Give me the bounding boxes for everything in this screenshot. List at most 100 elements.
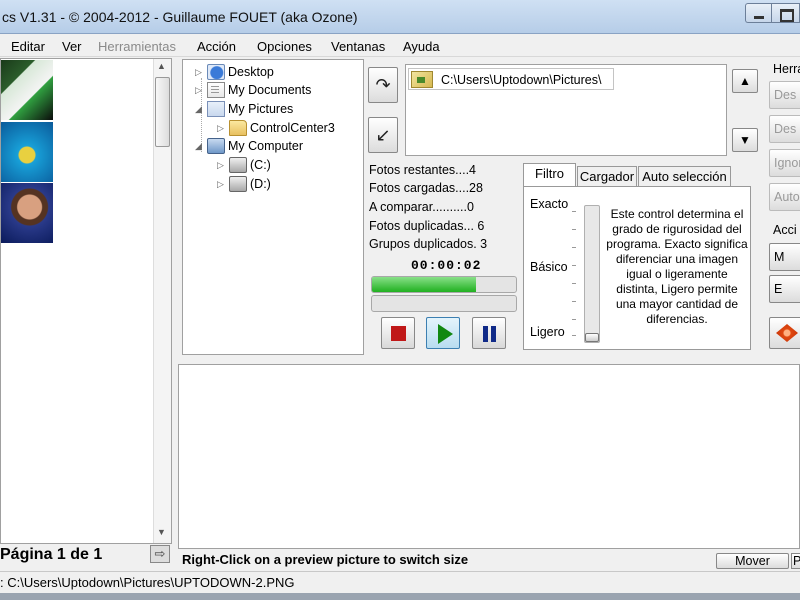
drive-icon	[229, 157, 247, 173]
slider-tick	[572, 301, 576, 302]
elapsed-timer: 00:00:02	[411, 258, 482, 273]
pictures-icon	[207, 101, 225, 117]
action-panel: ↷ ↙ C:\Users\Uptodown\Pictures\ ▲ ▼ Foto…	[365, 59, 765, 355]
tree-item-label: Desktop	[228, 65, 274, 79]
thumbnail-3[interactable]	[1, 183, 53, 243]
ignore-button[interactable]: Ignora	[769, 149, 800, 177]
tool-button-2[interactable]: Des	[769, 115, 800, 143]
tree-item-drive-c[interactable]: ▷ (C:)	[217, 156, 271, 174]
tab-auto-seleccion[interactable]: Auto selección	[638, 166, 731, 187]
folder-tree[interactable]: ▷ Desktop ▷ My Documents ◢ My Pictures ▷ Con…	[182, 59, 364, 355]
tree-item-label: My Pictures	[228, 102, 294, 116]
preview-area[interactable]	[178, 364, 800, 549]
slider-tick	[572, 247, 576, 248]
down-arrow-icon: ▼	[739, 133, 751, 147]
menu-ventanas[interactable]: Ventanas	[331, 39, 385, 54]
tree-item-my-computer[interactable]: ◢ My Computer	[195, 137, 303, 155]
stat-duplicates: Fotos duplicadas... 6	[369, 219, 485, 233]
pause-button[interactable]	[472, 317, 506, 349]
scrollbar-thumb[interactable]	[155, 77, 170, 147]
menu-opciones[interactable]: Opciones	[257, 39, 312, 54]
tools-header: Herra	[773, 62, 800, 76]
collapse-icon[interactable]: ◢	[195, 100, 207, 118]
status-bar: : C:\Users\Uptodown\Pictures\UPTODOWN-2.…	[0, 571, 800, 593]
progress-fill-1	[372, 277, 476, 292]
collapse-icon[interactable]: ◢	[195, 137, 207, 155]
expand-icon[interactable]: ▷	[217, 156, 229, 174]
scroll-down-icon[interactable]: ▼	[157, 527, 166, 537]
tab-filtro[interactable]: Filtro	[523, 163, 576, 186]
slider-tick	[572, 335, 576, 336]
thumbnail-2[interactable]	[1, 122, 53, 182]
action-move-button[interactable]: M	[769, 243, 800, 271]
folder-tree-icon	[411, 71, 433, 88]
strictness-slider[interactable]	[584, 205, 600, 343]
minimize-button[interactable]	[745, 3, 771, 23]
menu-editar[interactable]: Editar	[11, 39, 45, 54]
slider-tick	[572, 211, 576, 212]
window-title: cs V1.31 - © 2004-2012 - Guillaume FOUET…	[2, 9, 358, 25]
remove-folder-button[interactable]: ↙	[368, 117, 398, 153]
slider-handle[interactable]	[585, 333, 599, 342]
next-page-button[interactable]: ⇨	[150, 545, 170, 563]
add-folder-button[interactable]: ↷	[368, 67, 398, 103]
tree-item-label: ControlCenter3	[250, 121, 335, 135]
tools-panel: Herra Des Des Ignora Auto Acci M E	[765, 59, 800, 355]
desktop-icon	[207, 64, 225, 80]
filter-tab-panel: Exacto Básico Ligero Este control determ…	[523, 186, 751, 350]
folder-icon	[229, 120, 247, 136]
computer-icon	[207, 138, 225, 154]
stat-remaining: Fotos restantes....4	[369, 163, 476, 177]
thumbnail-1[interactable]	[1, 60, 53, 120]
path-text: C:\Users\Uptodown\Pictures\	[441, 73, 602, 87]
level-ligero-label: Ligero	[530, 325, 565, 339]
menu-herramientas[interactable]: Herramientas	[98, 39, 176, 54]
tree-item-controlcenter3[interactable]: ▷ ControlCenter3	[217, 119, 335, 137]
menu-ayuda[interactable]: Ayuda	[403, 39, 440, 54]
mover-button[interactable]: Mover	[716, 553, 789, 569]
expand-icon[interactable]: ▷	[217, 119, 229, 137]
thumbnail-scrollbar[interactable]: ▲ ▼	[153, 59, 171, 543]
move-up-button[interactable]: ▲	[732, 69, 758, 93]
tree-item-label: (D:)	[250, 177, 271, 191]
tab-cargador[interactable]: Cargador	[577, 166, 637, 187]
slider-tick	[572, 229, 576, 230]
extra-button[interactable]: P	[791, 553, 800, 569]
expand-icon[interactable]: ▷	[217, 175, 229, 193]
page-indicator: Página 1 de 1	[0, 546, 103, 563]
status-text: : C:\Users\Uptodown\Pictures\UPTODOWN-2.…	[0, 575, 295, 590]
play-button[interactable]	[426, 317, 460, 349]
thumbnail-list[interactable]: ▲ ▼	[0, 58, 172, 544]
preview-hint: Right-Click on a preview picture to swit…	[182, 552, 469, 567]
tree-item-label: (C:)	[250, 158, 271, 172]
level-basico-label: Básico	[530, 260, 568, 274]
path-list-item[interactable]: C:\Users\Uptodown\Pictures\	[408, 68, 614, 90]
documents-icon	[207, 82, 225, 98]
scroll-up-icon[interactable]: ▲	[157, 61, 166, 71]
path-list[interactable]: C:\Users\Uptodown\Pictures\	[405, 64, 727, 156]
tree-item-drive-d[interactable]: ▷ (D:)	[217, 175, 271, 193]
move-down-button[interactable]: ▼	[732, 128, 758, 152]
stop-button[interactable]	[381, 317, 415, 349]
menu-bar: Editar Ver Herramientas Acción Opciones …	[0, 35, 800, 57]
menu-accion[interactable]: Acción	[197, 39, 236, 54]
stat-loaded: Fotos cargadas....28	[369, 181, 483, 195]
drive-icon	[229, 176, 247, 192]
menu-ver[interactable]: Ver	[62, 39, 82, 54]
title-bar: cs V1.31 - © 2004-2012 - Guillaume FOUET…	[0, 0, 800, 34]
tree-item-my-documents[interactable]: ▷ My Documents	[195, 81, 311, 99]
tool-button-1[interactable]: Des	[769, 81, 800, 109]
tree-item-desktop[interactable]: ▷ Desktop	[195, 63, 274, 81]
slider-tick	[572, 319, 576, 320]
filter-description: Este control determina el grado de rigur…	[606, 207, 748, 326]
action-delete-button[interactable]: E	[769, 275, 800, 303]
expand-icon[interactable]: ▷	[195, 81, 207, 99]
maximize-button[interactable]	[771, 3, 800, 23]
tree-item-my-pictures[interactable]: ◢ My Pictures	[195, 100, 293, 118]
stat-to-compare: A comparar..........0	[369, 200, 474, 214]
progress-bar-1	[371, 276, 517, 293]
fox-icon-button[interactable]	[769, 317, 800, 349]
arrow-back-icon: ↙	[375, 125, 391, 145]
expand-icon[interactable]: ▷	[195, 63, 207, 81]
auto-button[interactable]: Auto	[769, 183, 800, 211]
